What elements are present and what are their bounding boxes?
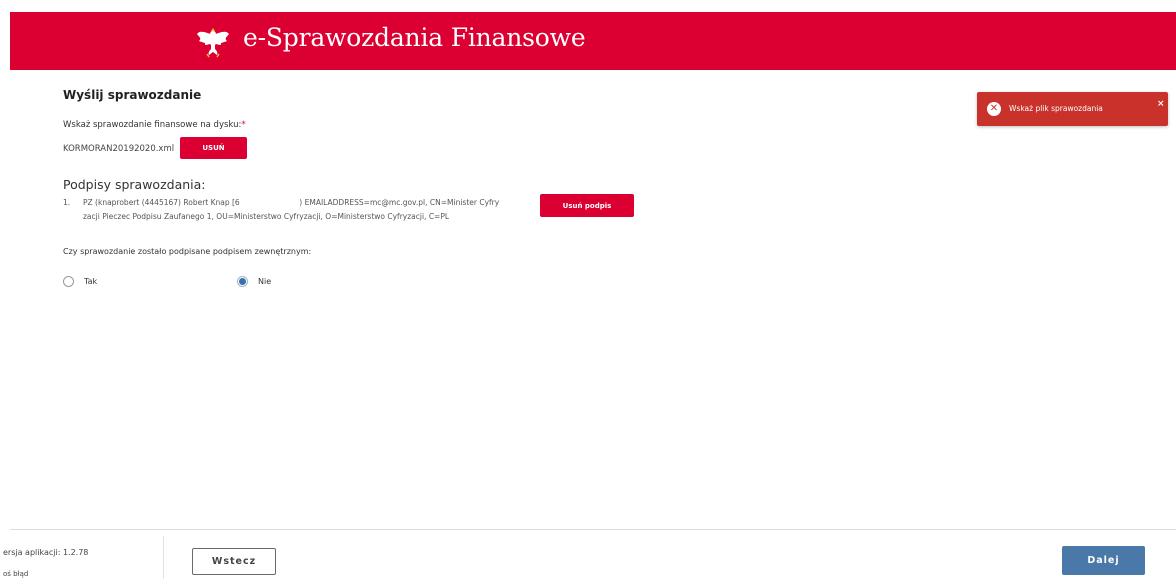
signature-number: 1. [63, 198, 71, 207]
footer-divider [10, 529, 1176, 530]
page-title: Wyślij sprawozdanie [63, 88, 202, 102]
error-x-circle-icon: ✕ [987, 102, 1001, 116]
app-version: ersja aplikacji: 1.2.78 [3, 548, 89, 557]
external-signature-question: Czy sprawozdanie zostało podpisane podpi… [63, 247, 312, 256]
signatures-heading: Podpisy sprawozdania: [63, 177, 206, 192]
polish-eagle-icon [197, 28, 229, 58]
radio-circle-checked[interactable] [237, 275, 248, 287]
file-field-label: Wskaż sprawozdanie finansowe na dysku:* [63, 120, 246, 130]
signature-item: 1. PZ (knaprobert (4445167) Robert Knap … [63, 196, 533, 224]
next-button[interactable]: Dalej [1062, 546, 1145, 575]
signature-line-2: zacji Pieczec Podpisu Zaufanego 1, OU=Mi… [83, 212, 450, 221]
toast-message: Wskaż plik sprawozdania [1009, 104, 1103, 113]
app-title: e-Sprawozdania Finansowe [243, 23, 586, 52]
report-bug-link[interactable]: oś błąd [3, 570, 28, 578]
required-marker: * [241, 120, 246, 130]
radio-tak[interactable]: Tak [63, 274, 97, 288]
app-header: e-Sprawozdania Finansowe [10, 12, 1176, 70]
footer-separator [163, 536, 164, 579]
radio-nie[interactable]: Nie [237, 274, 271, 288]
remove-file-button[interactable]: USUŃ [180, 137, 247, 159]
back-button[interactable]: Wstecz [192, 548, 276, 575]
radio-label-tak: Tak [84, 276, 98, 286]
remove-signature-button[interactable]: Usuń podpis [540, 194, 634, 217]
signature-details: PZ (knaprobert (4445167) Robert Knap [6 … [83, 196, 533, 224]
radio-circle-unchecked[interactable] [63, 275, 74, 287]
error-toast: ✕ Wskaż plik sprawozdania × [977, 92, 1168, 126]
signature-line-1: PZ (knaprobert (4445167) Robert Knap [6 … [83, 198, 500, 207]
close-icon[interactable]: × [1157, 99, 1165, 109]
signature-list: 1. PZ (knaprobert (4445167) Robert Knap … [63, 196, 533, 224]
selected-file-name: KORMORAN20192020.xml [63, 144, 175, 154]
radio-label-nie: Nie [258, 276, 272, 286]
